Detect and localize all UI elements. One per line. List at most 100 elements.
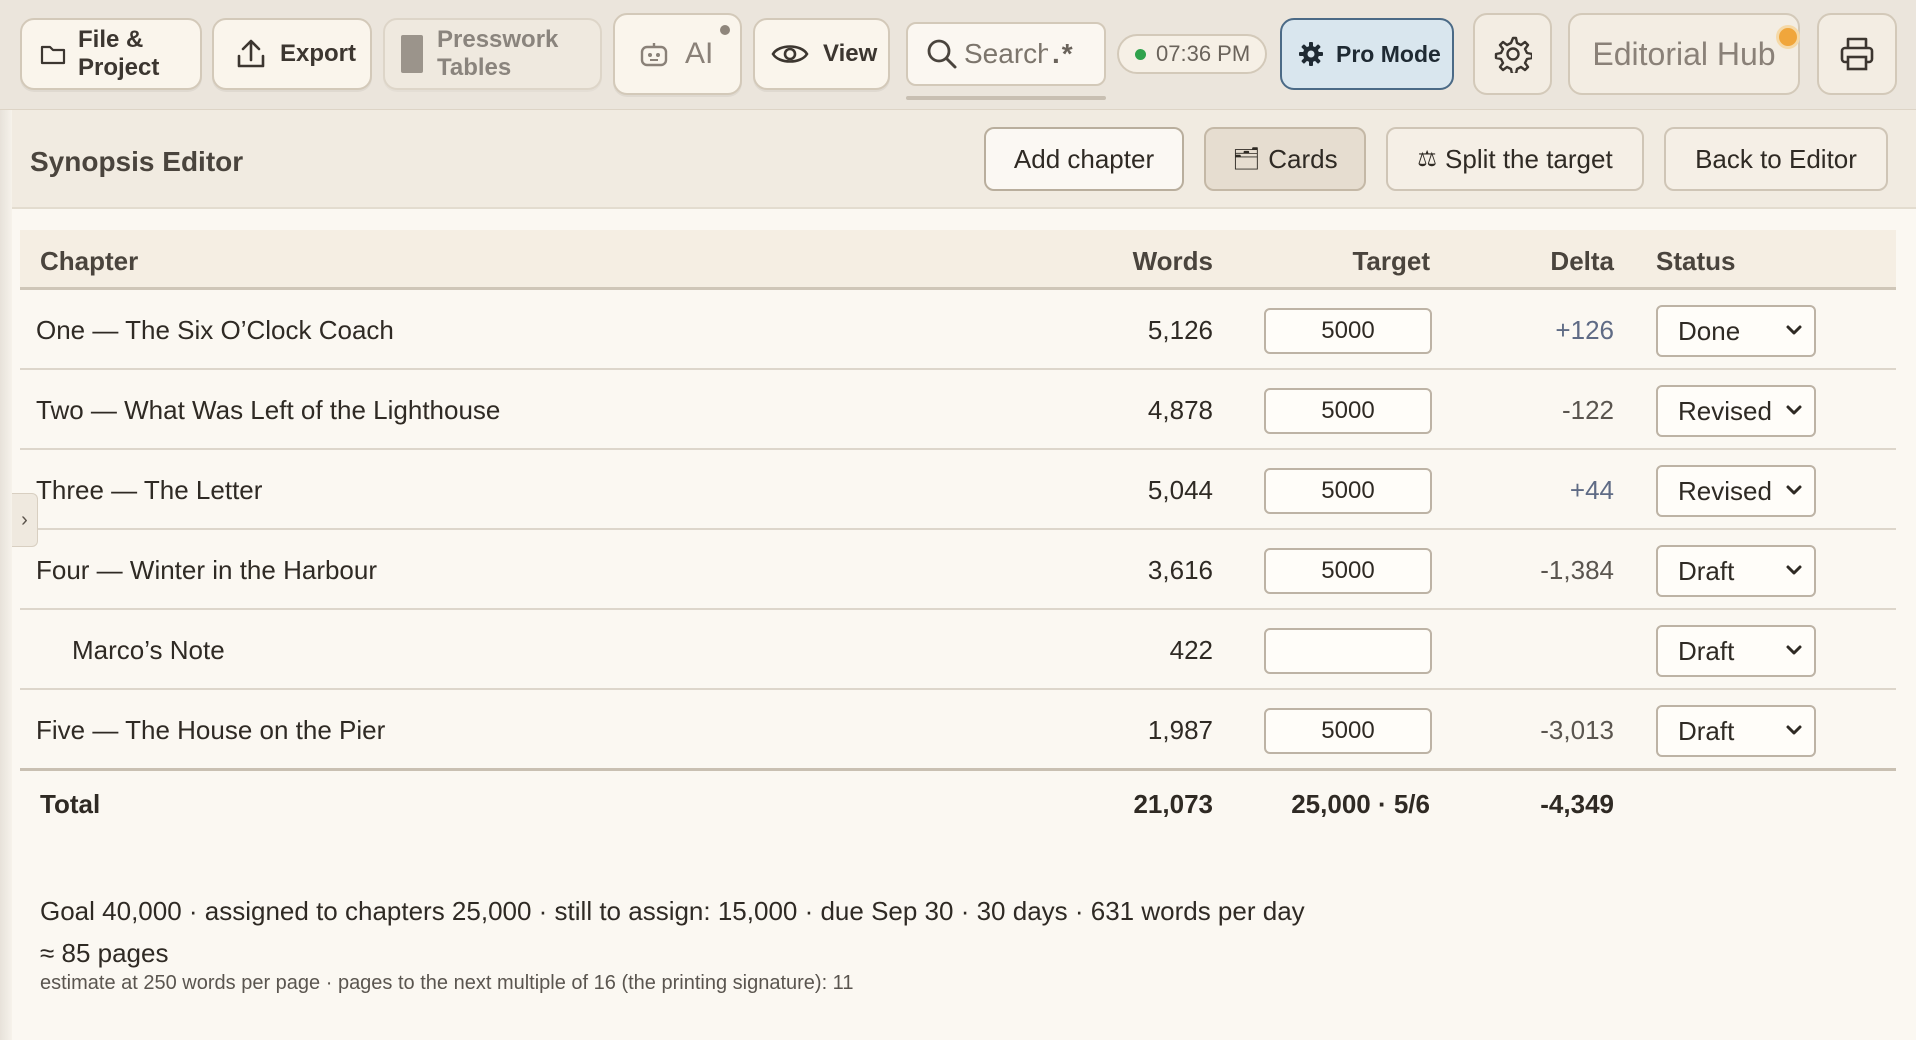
presswork-label-line2: Tables xyxy=(437,54,512,81)
header-status: Status xyxy=(1656,246,1736,276)
table-row: Five — The House on the Pier 1,987 -3,01… xyxy=(20,690,1896,770)
target-input[interactable] xyxy=(1264,548,1432,594)
search-input[interactable] xyxy=(964,38,1048,70)
status-select[interactable]: Draft xyxy=(1656,545,1816,597)
chapter-title[interactable]: One — The Six O’Clock Coach xyxy=(36,315,394,346)
target-input[interactable] xyxy=(1264,468,1432,514)
target-input[interactable] xyxy=(1264,708,1432,754)
word-count: 422 xyxy=(1169,635,1213,665)
status-value: Draft xyxy=(1678,635,1735,666)
table-row: Two — What Was Left of the Lighthouse 4,… xyxy=(20,370,1896,450)
target-input[interactable] xyxy=(1264,388,1432,434)
chevron-down-icon xyxy=(1786,405,1802,415)
presswork-tables-button[interactable]: Presswork Tables xyxy=(383,18,602,90)
chevron-down-icon xyxy=(1786,725,1802,735)
view-label: View xyxy=(823,40,878,67)
eye-icon xyxy=(771,45,809,63)
status-value: Draft xyxy=(1678,555,1735,586)
robot-icon xyxy=(640,43,668,67)
add-chapter-label: Add chapter xyxy=(1013,143,1155,174)
total-words: 21,073 xyxy=(1133,789,1213,819)
ai-label: AI xyxy=(685,37,714,70)
delta-value: -3,013 xyxy=(1540,715,1614,745)
status-value: Draft xyxy=(1678,715,1735,746)
table-row: Marco’s Note 422 Draft xyxy=(20,610,1896,690)
table-row: Four — Winter in the Harbour 3,616 -1,38… xyxy=(20,530,1896,610)
chapters-table: Chapter Words Target Delta Status One — … xyxy=(20,230,1896,834)
header-chapter: Chapter xyxy=(40,246,139,276)
chapter-title[interactable]: Marco’s Note xyxy=(72,635,225,666)
back-to-editor-button[interactable]: Back to Editor xyxy=(1664,127,1888,191)
online-status-dot xyxy=(1135,48,1146,60)
header-words: Words xyxy=(1132,246,1213,276)
total-label: Total xyxy=(40,789,101,819)
scales-icon: ⚖ xyxy=(1417,146,1438,171)
clock-badge: 07:36 PM xyxy=(1117,34,1267,74)
goal-summary: Goal 40,000 · assigned to chapters 25,00… xyxy=(40,896,1305,926)
presswork-label-line1: Presswork xyxy=(437,26,559,53)
ai-notification-dot xyxy=(720,25,730,35)
search-box[interactable]: .* xyxy=(906,22,1106,86)
header-target: Target xyxy=(1352,246,1430,276)
ai-button[interactable]: AI xyxy=(613,13,742,95)
chapter-title[interactable]: Three — The Letter xyxy=(36,475,262,506)
page-estimate-note: estimate at 250 words per page · pages t… xyxy=(40,972,854,994)
split-target-label: Split the target xyxy=(1445,143,1613,174)
word-count: 1,987 xyxy=(1147,715,1213,745)
chapter-title[interactable]: Two — What Was Left of the Lighthouse xyxy=(36,395,500,426)
clock-time: 07:36 PM xyxy=(1156,41,1251,66)
delta-value: +126 xyxy=(1555,315,1614,345)
pro-mode-button[interactable]: Pro Mode xyxy=(1280,18,1454,90)
editor-header: Synopsis Editor Add chapter 🗂 Cards ⚖ Sp… xyxy=(12,110,1916,209)
page-estimate: ≈ 85 pages xyxy=(40,938,169,968)
total-target: 25,000 · 5/6 xyxy=(1291,789,1430,819)
editorial-hub-button[interactable]: Editorial Hub xyxy=(1568,13,1800,95)
target-input[interactable] xyxy=(1264,308,1432,354)
target-input[interactable] xyxy=(1264,628,1432,674)
gear-icon xyxy=(1299,42,1323,66)
editorial-hub-label: Editorial Hub xyxy=(1592,35,1776,72)
status-value: Done xyxy=(1678,315,1741,346)
cards-label: Cards xyxy=(1268,143,1338,174)
status-select[interactable]: Draft xyxy=(1656,625,1816,677)
chapter-title[interactable]: Four — Winter in the Harbour xyxy=(36,555,377,586)
regex-toggle[interactable]: .* xyxy=(1052,38,1075,70)
sidebar-expand-toggle[interactable]: › xyxy=(12,493,38,547)
split-target-button[interactable]: ⚖ Split the target xyxy=(1386,127,1644,191)
file-project-button[interactable]: File & Project xyxy=(20,18,202,90)
status-select[interactable]: Revised xyxy=(1656,465,1816,517)
top-toolbar: File & Project Export Presswork Tables A… xyxy=(0,0,1916,110)
chevron-down-icon xyxy=(1786,565,1802,575)
word-count: 4,878 xyxy=(1147,395,1213,425)
word-count: 5,126 xyxy=(1147,315,1213,345)
status-select[interactable]: Draft xyxy=(1656,705,1816,757)
back-to-editor-label: Back to Editor xyxy=(1695,143,1857,174)
search-icon xyxy=(927,39,957,69)
total-row: Total 21,073 25,000 · 5/6 -4,349 xyxy=(20,768,1896,834)
chapter-title[interactable]: Five — The House on the Pier xyxy=(36,715,385,746)
export-label: Export xyxy=(280,40,357,67)
export-button[interactable]: Export xyxy=(212,18,372,90)
delta-value: -1,384 xyxy=(1540,555,1614,585)
status-value: Revised xyxy=(1678,475,1772,506)
chevron-down-icon xyxy=(1786,325,1802,335)
page-title: Synopsis Editor xyxy=(30,146,244,177)
header-delta: Delta xyxy=(1550,246,1614,276)
file-label-line1: File & xyxy=(78,26,144,53)
status-select[interactable]: Revised xyxy=(1656,385,1816,437)
table-row: One — The Six O’Clock Coach 5,126 +126 D… xyxy=(20,290,1896,370)
delta-value: +44 xyxy=(1569,475,1614,505)
search-underline xyxy=(906,96,1106,100)
pro-mode-label: Pro Mode xyxy=(1336,40,1441,67)
settings-button[interactable] xyxy=(1473,13,1552,95)
view-button[interactable]: View xyxy=(753,18,890,90)
chevron-down-icon xyxy=(1786,645,1802,655)
print-button[interactable] xyxy=(1817,13,1897,95)
table-row: Three — The Letter 5,044 +44 Revised xyxy=(20,450,1896,530)
cards-button[interactable]: 🗂 Cards xyxy=(1204,127,1366,191)
status-select[interactable]: Done xyxy=(1656,305,1816,357)
delta-value: -122 xyxy=(1561,395,1614,425)
upload-icon xyxy=(237,39,265,68)
add-chapter-button[interactable]: Add chapter xyxy=(984,127,1184,191)
settings-gear-icon xyxy=(1494,36,1532,73)
